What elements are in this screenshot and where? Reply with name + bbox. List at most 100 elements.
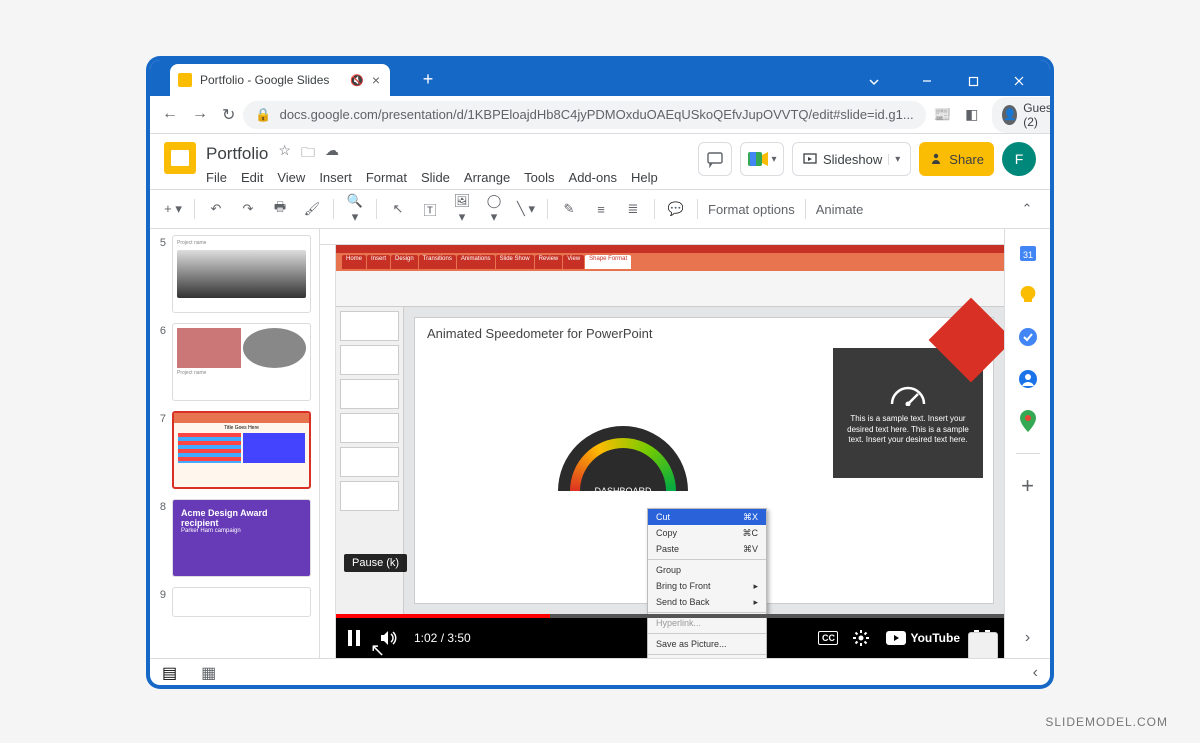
- comment-tool[interactable]: 💬: [665, 201, 687, 217]
- view-footer: ▤ ▦ ‹: [150, 658, 1050, 685]
- menu-help[interactable]: Help: [631, 170, 658, 185]
- new-tab-button[interactable]: +: [414, 66, 442, 92]
- keep-icon[interactable]: [1018, 285, 1038, 305]
- context-size-position[interactable]: Size and Position...: [648, 657, 766, 658]
- settings-icon[interactable]: [852, 629, 872, 647]
- paint-format-button[interactable]: 🖌: [301, 201, 323, 217]
- app-header: Portfolio ☆ 🗀 ☁ File Edit View Insert Fo…: [150, 134, 1050, 189]
- menu-view[interactable]: View: [277, 170, 305, 185]
- youtube-video-embed: Home Insert Design Transitions Animation…: [336, 245, 1004, 658]
- thumb-number: 7: [156, 411, 166, 425]
- footer-collapse-button[interactable]: ‹: [1033, 664, 1038, 682]
- collapse-toolbar-button[interactable]: ⌃: [1016, 201, 1038, 217]
- context-bring-front[interactable]: Bring to Front▸: [648, 578, 766, 594]
- slideshow-button[interactable]: Slideshow ▾: [792, 142, 911, 176]
- account-avatar[interactable]: F: [1002, 142, 1036, 176]
- animate-button[interactable]: Animate: [816, 202, 864, 217]
- back-button[interactable]: ←: [162, 105, 178, 125]
- share-button[interactable]: Share: [919, 142, 994, 176]
- window-close-button[interactable]: [996, 66, 1042, 96]
- select-tool[interactable]: ↖: [387, 201, 409, 217]
- slideshow-caret-icon: ▾: [888, 154, 900, 165]
- align-left-icon[interactable]: ≡: [590, 202, 612, 217]
- move-folder-icon[interactable]: 🗀: [301, 142, 315, 166]
- slide-thumbnail-panel: 5 Project name 6 Project name 7 Title Go…: [150, 229, 320, 658]
- context-cut[interactable]: Cut⌘X: [648, 509, 766, 525]
- cc-button[interactable]: CC: [818, 631, 838, 645]
- slides-logo-icon[interactable]: [164, 142, 196, 174]
- menu-bar: File Edit View Insert Format Slide Arran…: [206, 170, 688, 185]
- tab-close-icon[interactable]: ×: [372, 72, 380, 88]
- add-panel-button[interactable]: +: [1018, 476, 1038, 496]
- explore-button[interactable]: [968, 632, 998, 658]
- side-panel-collapse[interactable]: ›: [1018, 628, 1038, 648]
- new-slide-button[interactable]: + ▾: [162, 201, 184, 217]
- toolbar: + ▾ ↶ ↷ 🖶 🖌 🔍 ▾ ↖ 🅃 🖼 ▾ ◯ ▾ ╲ ▾ ✎ ≡ ≣ 💬 …: [150, 189, 1050, 229]
- youtube-logo[interactable]: YouTube: [886, 631, 960, 645]
- slide-thumbnail-7[interactable]: Title Goes Here: [172, 411, 311, 489]
- video-progress-bar[interactable]: [336, 614, 1004, 618]
- maps-icon[interactable]: [1018, 411, 1038, 431]
- menu-tools[interactable]: Tools: [524, 170, 554, 185]
- menu-format[interactable]: Format: [366, 170, 407, 185]
- menu-insert[interactable]: Insert: [319, 170, 352, 185]
- slide-thumbnail-9[interactable]: [172, 587, 311, 617]
- slide-thumbnail-8[interactable]: Acme Design Award recipientParker Ham ca…: [172, 499, 311, 577]
- reader-mode-icon[interactable]: 📰: [934, 106, 951, 123]
- line-tool[interactable]: ╲ ▾: [515, 201, 537, 217]
- window-minimize-button[interactable]: [904, 66, 950, 96]
- forward-button[interactable]: →: [192, 105, 208, 125]
- gauge-icon: [888, 380, 928, 406]
- meet-button[interactable]: ▾: [740, 142, 784, 176]
- textbox-tool[interactable]: 🅃: [419, 200, 441, 219]
- tab-chevron-icon[interactable]: [868, 76, 880, 88]
- menu-edit[interactable]: Edit: [241, 170, 263, 185]
- contacts-icon[interactable]: [1018, 369, 1038, 389]
- slideshow-label: Slideshow: [823, 152, 882, 167]
- url-field[interactable]: 🔒 docs.google.com/presentation/d/1KBPElo…: [243, 101, 925, 129]
- vertical-ruler: [320, 245, 336, 658]
- browser-tab[interactable]: Portfolio - Google Slides 🔇 ×: [170, 64, 390, 96]
- extension-icon[interactable]: ◧: [965, 106, 978, 123]
- menu-file[interactable]: File: [206, 170, 227, 185]
- tab-mute-icon[interactable]: 🔇: [350, 74, 364, 87]
- guest-label: Guest (2): [1023, 101, 1050, 129]
- menu-arrange[interactable]: Arrange: [464, 170, 510, 185]
- context-save-picture[interactable]: Save as Picture...: [648, 636, 766, 652]
- pause-button[interactable]: ↖: [346, 629, 366, 647]
- undo-button[interactable]: ↶: [205, 201, 227, 217]
- context-copy[interactable]: Copy⌘C: [648, 525, 766, 541]
- grid-view-icon[interactable]: ▦: [201, 663, 216, 683]
- filmstrip-view-icon[interactable]: ▤: [162, 663, 177, 683]
- menu-slide[interactable]: Slide: [421, 170, 450, 185]
- context-group[interactable]: Group: [648, 562, 766, 578]
- slide-thumbnail-5[interactable]: Project name: [172, 235, 311, 313]
- tasks-icon[interactable]: [1018, 327, 1038, 347]
- print-button[interactable]: 🖶: [269, 198, 291, 220]
- star-icon[interactable]: ☆: [278, 142, 291, 166]
- shape-tool[interactable]: ◯ ▾: [483, 193, 505, 225]
- slide-thumbnail-6[interactable]: Project name: [172, 323, 311, 401]
- context-paste[interactable]: Paste⌘V: [648, 541, 766, 557]
- slide-title: Animated Speedometer for PowerPoint: [427, 326, 652, 341]
- browser-address-bar: ← → ↻ 🔒 docs.google.com/presentation/d/1…: [150, 96, 1050, 134]
- pen-tool[interactable]: ✎: [558, 201, 580, 217]
- profile-button[interactable]: 👤 Guest (2): [992, 97, 1050, 133]
- cloud-status-icon[interactable]: ☁: [325, 142, 339, 166]
- redo-button[interactable]: ↷: [237, 201, 259, 217]
- context-menu[interactable]: Cut⌘X Copy⌘C Paste⌘V Group Bring to Fron…: [647, 508, 767, 658]
- document-title[interactable]: Portfolio: [206, 144, 268, 164]
- calendar-icon[interactable]: 31: [1018, 243, 1038, 263]
- speedometer-gauge: DASHBOARD: [558, 426, 688, 516]
- comment-history-button[interactable]: [698, 142, 732, 176]
- window-maximize-button[interactable]: [950, 66, 996, 96]
- image-tool[interactable]: 🖼 ▾: [451, 193, 473, 225]
- cursor-icon: ↖: [370, 640, 385, 658]
- format-options-button[interactable]: Format options: [708, 202, 795, 217]
- menu-addons[interactable]: Add-ons: [569, 170, 617, 185]
- zoom-button[interactable]: 🔍 ▾: [344, 193, 366, 225]
- align-center-icon[interactable]: ≣: [622, 201, 644, 217]
- reload-button[interactable]: ↻: [222, 105, 235, 125]
- context-send-back[interactable]: Send to Back▸: [648, 594, 766, 610]
- video-time: 1:02 / 3:50: [414, 631, 471, 645]
